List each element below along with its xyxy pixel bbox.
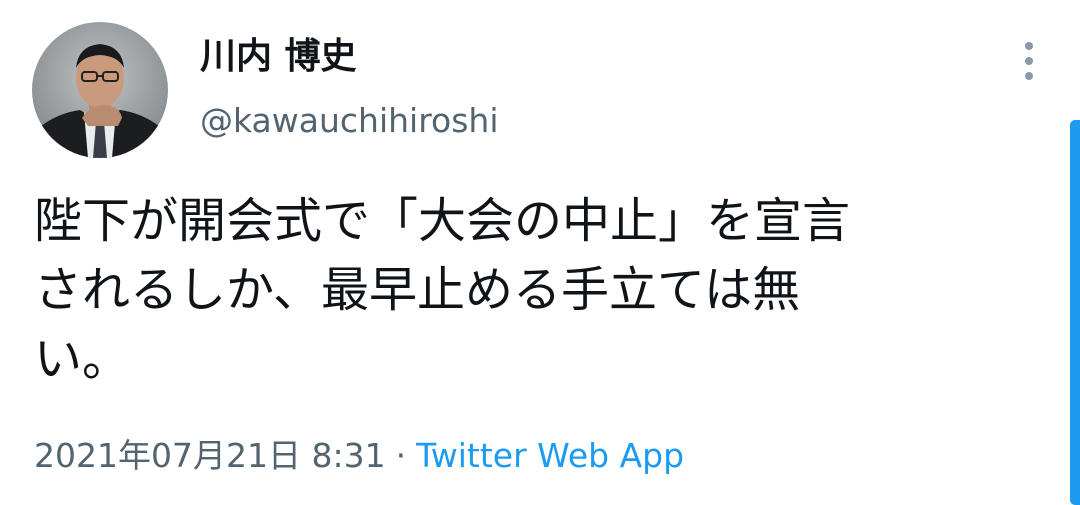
avatar[interactable] bbox=[32, 22, 168, 158]
tweet-text-line: 陛下が開会式で「大会の中止」を宣言 bbox=[34, 193, 851, 249]
tweet-text-line: されるしか、最早止める手立ては無 bbox=[34, 262, 801, 318]
meta-separator: · bbox=[395, 436, 407, 475]
scroll-indicator bbox=[1070, 120, 1080, 505]
timestamp[interactable]: 2021年07月21日 8:31 bbox=[34, 436, 386, 475]
tweet-text: 陛下が開会式で「大会の中止」を宣言 されるしか、最早止める手立ては無 い。 bbox=[34, 187, 1044, 394]
source-link[interactable]: Twitter Web App bbox=[416, 436, 684, 475]
tweet-meta: 2021年07月21日 8:31 · Twitter Web App bbox=[34, 433, 684, 479]
tweet-text-line: い。 bbox=[34, 331, 131, 387]
tweet-card: 川内 博史 @kawauchihiroshi 陛下が開会式で「大会の中止」を宣言… bbox=[0, 0, 1080, 505]
user-handle[interactable]: @kawauchihiroshi bbox=[200, 98, 499, 144]
avatar-photo bbox=[32, 22, 168, 158]
display-name[interactable]: 川内 博史 bbox=[200, 32, 357, 82]
more-options-button[interactable] bbox=[1012, 40, 1046, 82]
